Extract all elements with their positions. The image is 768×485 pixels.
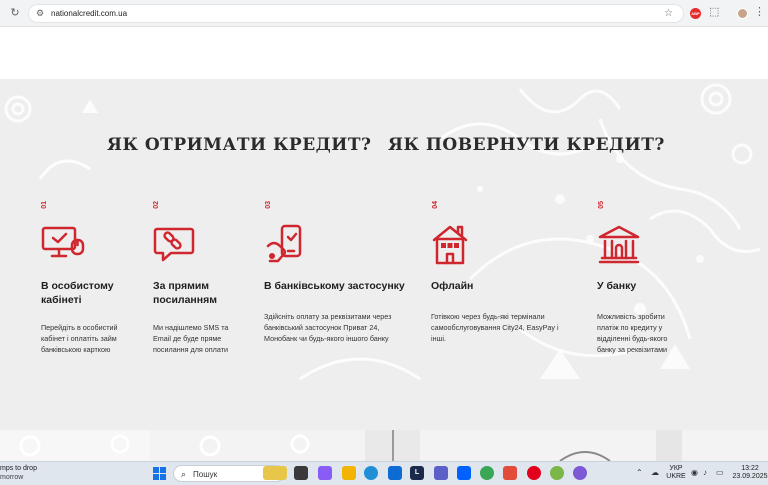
windows-taskbar: mps to drop morrow ⌕ Пошук L ⌃ ☁ УКР UKR… bbox=[0, 461, 768, 485]
next-section-strip bbox=[0, 430, 768, 461]
step-number-2: 02 bbox=[153, 201, 160, 209]
site-info-icon[interactable]: ⚙ bbox=[36, 8, 47, 19]
extensions-puzzle-icon[interactable]: ⬚ bbox=[709, 7, 720, 18]
step-title-5: У банку bbox=[597, 280, 637, 292]
address-url[interactable]: nationalcredit.com.ua bbox=[51, 8, 127, 20]
search-highlight-icon[interactable] bbox=[263, 466, 287, 480]
search-icon: ⌕ bbox=[181, 469, 187, 479]
opera-icon[interactable] bbox=[527, 466, 541, 480]
step-title-2: За прямим посиланням bbox=[153, 280, 217, 306]
chrome-icon[interactable] bbox=[480, 466, 494, 480]
battery-icon[interactable]: ▭ bbox=[716, 468, 724, 478]
clock-date: 23.09.2025 bbox=[732, 473, 768, 480]
get-credit-heading: ЯК ОТРИМАТИ КРЕДИТ? bbox=[107, 135, 372, 155]
utorrent-icon[interactable] bbox=[550, 466, 564, 480]
step-number-5: 05 bbox=[598, 201, 605, 209]
notification-line-2: morrow bbox=[0, 474, 24, 481]
step-text-3: Здійсніть оплату за реквізитами через ба… bbox=[264, 312, 392, 343]
clock-time: 13:22 bbox=[741, 465, 759, 472]
return-credit-heading: ЯК ПОВЕРНУТИ КРЕДИТ? bbox=[388, 135, 665, 155]
language-line-2: UKRE bbox=[666, 473, 686, 480]
reload-icon[interactable]: ↻ bbox=[9, 7, 21, 19]
link-message-icon bbox=[153, 227, 195, 262]
app-l-icon[interactable]: L bbox=[410, 466, 424, 480]
notification-line-1: mps to drop bbox=[0, 465, 37, 472]
taskbar-notification[interactable]: mps to drop morrow bbox=[0, 464, 37, 482]
computer-payment-icon bbox=[41, 226, 85, 258]
step-number-1: 01 bbox=[41, 201, 48, 209]
browser-menu-icon[interactable]: ⋮ bbox=[754, 6, 765, 18]
browser-toolbar: ↻ ⚙ nationalcredit.com.ua ☆ ABP ⬚ ⋮ bbox=[0, 0, 768, 27]
volume-icon[interactable]: ♪ bbox=[703, 468, 707, 478]
wifi-icon[interactable]: ◉ bbox=[691, 468, 698, 478]
clock[interactable]: 13:22 23.09.2025 bbox=[732, 465, 768, 481]
language-line-1: УКР bbox=[669, 465, 683, 472]
tray-chevron-icon[interactable]: ⌃ bbox=[636, 468, 643, 478]
ornament-background-icon bbox=[4, 83, 761, 381]
windows-start-icon[interactable] bbox=[153, 467, 166, 480]
task-view-icon[interactable] bbox=[294, 466, 308, 480]
language-indicator[interactable]: УКР UKRE bbox=[666, 465, 686, 481]
step-text-1: Перейдіть в особистий кабінет і оплатіть… bbox=[41, 323, 118, 354]
search-label: Пошук bbox=[193, 470, 218, 479]
step-text-5: Можливість зробити платіж по кредиту у в… bbox=[597, 312, 668, 354]
adblock-icon[interactable]: ABP bbox=[690, 8, 701, 19]
active-browser-icon[interactable] bbox=[503, 466, 517, 480]
step-title-4: Офлайн bbox=[431, 280, 474, 292]
step-title-3: В банківському застосунку bbox=[264, 280, 405, 292]
step-number-3: 03 bbox=[265, 201, 272, 209]
bank-building-icon bbox=[598, 225, 640, 264]
teams-icon[interactable] bbox=[434, 466, 448, 480]
bookmark-star-icon[interactable]: ☆ bbox=[664, 7, 673, 21]
edge-icon[interactable] bbox=[364, 466, 378, 480]
copilot-icon[interactable] bbox=[318, 466, 332, 480]
file-explorer-icon[interactable] bbox=[342, 466, 356, 480]
offline-house-icon bbox=[432, 225, 468, 265]
step-text-4: Готівкою через будь-які термінали самооб… bbox=[431, 312, 559, 343]
profile-avatar[interactable] bbox=[737, 8, 748, 19]
steps-section bbox=[0, 79, 768, 430]
step-text-2: Ми надішлемо SMS та Email де буде пряме … bbox=[153, 323, 229, 354]
page-top-blank bbox=[0, 27, 768, 79]
strip-pattern-icon bbox=[0, 430, 682, 461]
store-icon[interactable] bbox=[388, 466, 402, 480]
viber-icon[interactable] bbox=[573, 466, 587, 480]
address-bar[interactable]: ⚙ nationalcredit.com.ua ☆ bbox=[28, 4, 684, 23]
tray-cloud-icon[interactable]: ☁ bbox=[651, 468, 659, 478]
step-number-4: 04 bbox=[432, 201, 439, 209]
dropbox-icon[interactable] bbox=[457, 466, 471, 480]
bank-app-phone-icon bbox=[266, 224, 302, 263]
step-title-1: В особистому кабінеті bbox=[41, 280, 114, 306]
